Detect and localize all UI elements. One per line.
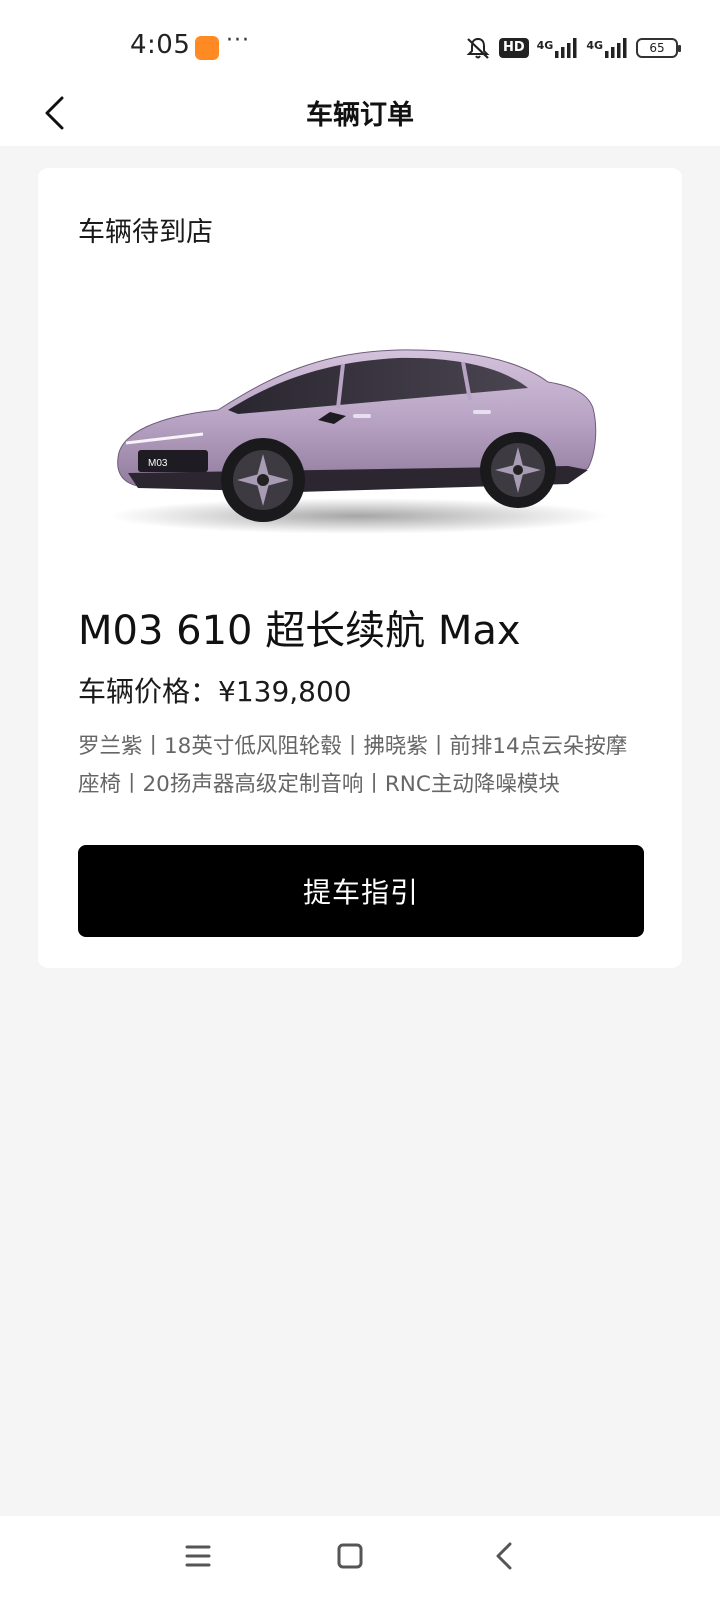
- order-card: 车辆待到店 M03 M03 610 超长续航 Max 车辆价格：¥139,800…: [38, 168, 682, 968]
- signal-icon-2: 4G: [586, 37, 628, 59]
- network-type-2: 4G: [586, 39, 603, 52]
- status-bar: 4:05 ··· HD 4G 4G 65: [0, 0, 720, 88]
- status-more-icon: ···: [226, 28, 250, 53]
- vehicle-price: 车辆价格：¥139,800: [78, 675, 352, 708]
- order-status: 车辆待到店: [78, 217, 213, 248]
- nav-bar: 车辆订单: [0, 88, 720, 146]
- pickup-guide-button[interactable]: 提车指引: [78, 845, 644, 937]
- system-back-button[interactable]: [474, 1526, 534, 1586]
- mute-bell-icon: [465, 36, 491, 60]
- car-badge: M03: [148, 458, 168, 469]
- car-image: M03: [98, 338, 618, 548]
- signal-icon-1: 4G: [537, 37, 579, 59]
- car-model: M03 610 超长续航 Max: [78, 608, 521, 654]
- hd-voice-icon: HD: [498, 38, 529, 58]
- vehicle-options: 罗兰紫丨18英寸低风阻轮毂丨拂晓紫丨前排14点云朵按摩座椅丨20扬声器高级定制音…: [78, 734, 628, 797]
- system-back-icon: [496, 1542, 512, 1570]
- home-button[interactable]: [320, 1526, 380, 1586]
- network-type-1: 4G: [536, 39, 554, 52]
- status-time: 4:05: [130, 30, 191, 60]
- page-title: 车辆订单: [306, 100, 414, 131]
- menu-button[interactable]: [168, 1526, 228, 1586]
- system-nav-bar: [0, 1516, 720, 1600]
- home-square-icon: [337, 1543, 363, 1569]
- status-icons: HD 4G 4G 65: [465, 33, 681, 63]
- battery-icon: 65: [636, 38, 681, 58]
- menu-icon: [185, 1545, 211, 1567]
- app-notification-icon: [195, 36, 219, 60]
